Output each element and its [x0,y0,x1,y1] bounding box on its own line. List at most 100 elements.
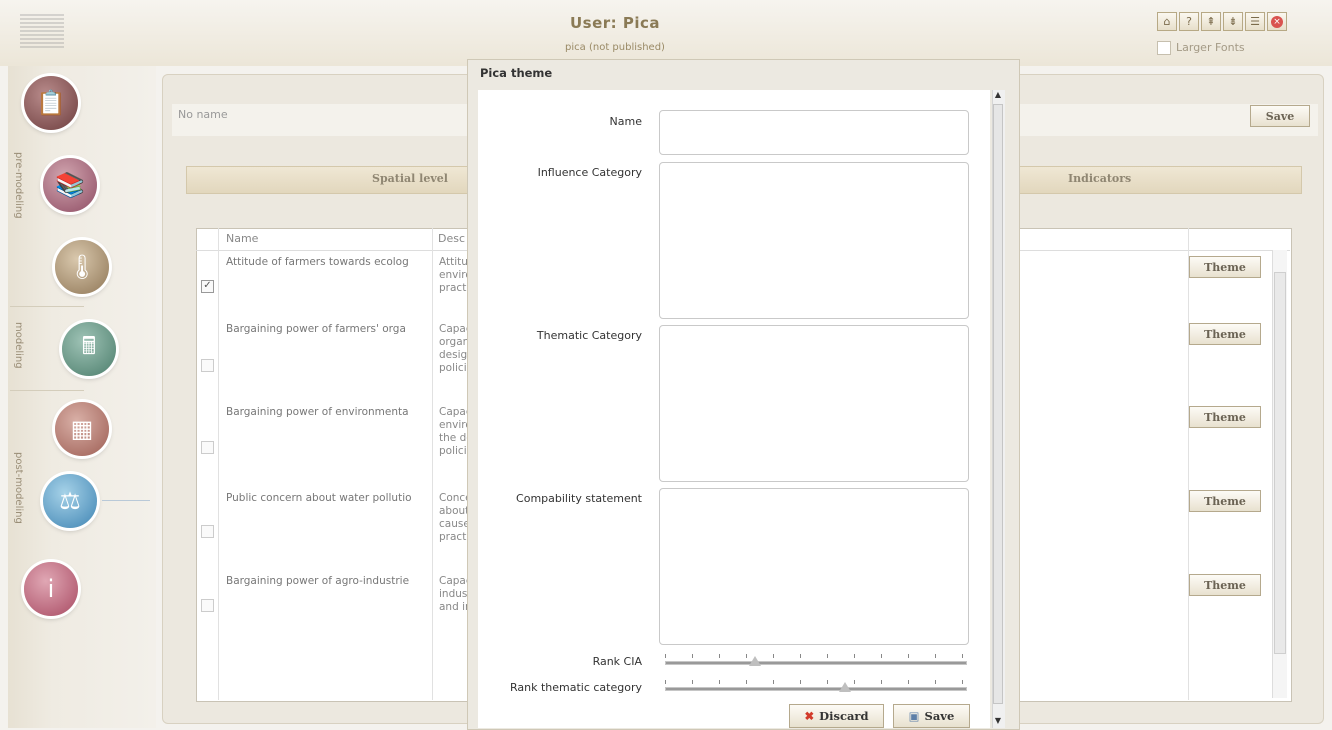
row-description: Attitudenviropractic [439,256,467,294]
compatibility-statement-label: Compability statement [516,492,642,505]
books-icon[interactable]: 📚 [43,158,97,212]
compatibility-statement-field[interactable] [659,488,969,645]
rank-thematic-slider-thumb[interactable] [839,682,851,692]
info-icon[interactable]: i [24,562,78,616]
column-header-name[interactable]: Name [226,228,258,250]
users-icon[interactable]: ☰ [1245,12,1265,31]
app-header [0,0,1332,66]
download-icon[interactable]: ⇟ [1223,12,1243,31]
slider-tick [746,654,747,658]
row-name: Attitude of farmers towards ecolog [226,256,409,268]
slider-tick [827,654,828,658]
column-header-description[interactable]: Descri [438,228,466,250]
rank-thematic-slider[interactable] [665,687,967,691]
floppy-icon: ▣ [908,709,920,723]
discard-icon: ✖ [804,709,815,723]
active-indicator-line [102,500,150,501]
slider-tick [719,680,720,684]
slider-tick [935,680,936,684]
slider-tick [881,654,882,658]
thematic-category-field[interactable] [659,325,969,482]
discard-button[interactable]: ✖ Discard [789,704,884,728]
row-name: Bargaining power of environmenta [226,406,409,418]
slider-tick [692,654,693,658]
slider-tick [719,654,720,658]
slider-tick [908,680,909,684]
row-description: Capacindustand im [439,575,467,613]
theme-button[interactable]: Theme [1189,256,1261,278]
section-divider [10,306,84,307]
slider-tick [908,654,909,658]
slider-tick [665,680,666,684]
rank-thematic-label: Rank thematic category [509,681,642,694]
row-description: Capacenvirothe depolicie [439,406,467,457]
slider-tick [881,680,882,684]
larger-fonts-label: Larger Fonts [1176,41,1245,54]
slider-tick [692,680,693,684]
slider-tick [854,654,855,658]
page-subtitle: pica (not published) [565,42,665,53]
influence-category-label: Influence Category [537,166,642,179]
row-checkbox[interactable] [201,599,214,612]
scroll-down-icon[interactable]: ▼ [993,716,1003,728]
rank-cia-slider-thumb[interactable] [749,656,761,666]
page-title: User: Pica [569,14,661,32]
slider-tick [935,654,936,658]
help-icon[interactable]: ? [1179,12,1199,31]
close-icon[interactable]: × [1267,12,1287,31]
thermometer-icon[interactable]: 🌡 [55,240,109,294]
home-icon[interactable]: ⌂ [1157,12,1177,31]
row-description: Capacorganidesignpolicie [439,323,467,374]
column-divider [218,228,219,700]
larger-fonts-checkbox[interactable] [1157,41,1171,55]
calculator-icon[interactable]: 🖩 [62,322,116,376]
slider-tick [962,654,963,658]
section-label-pre-modeling: pre-modeling [13,152,24,219]
thematic-category-label: Thematic Category [536,329,642,342]
slider-tick [746,680,747,684]
influence-category-field[interactable] [659,162,969,319]
slider-tick [854,680,855,684]
upload-icon[interactable]: ⇞ [1201,12,1221,31]
row-description: Conceaboutcauselpractic [439,492,467,543]
section-label-modeling: modeling [13,322,24,369]
slider-tick [773,680,774,684]
row-checkbox[interactable] [201,525,214,538]
scenario-name[interactable]: No name [178,108,228,121]
slider-tick [800,654,801,658]
slider-tick [827,680,828,684]
slider-tick [773,654,774,658]
section-label-post-modeling: post-modeling [13,452,24,524]
row-checkbox[interactable] [201,359,214,372]
row-checkbox[interactable] [201,441,214,454]
slider-tick [800,680,801,684]
column-divider [432,228,433,700]
slider-tick [962,680,963,684]
tab-indicators[interactable]: Indicators [1068,172,1131,185]
table-scrollbar-thumb[interactable] [1274,272,1286,654]
theme-button[interactable]: Theme [1189,574,1261,596]
save-button[interactable]: Save [1250,105,1310,127]
tab-spatial-level[interactable]: Spatial level [372,172,448,185]
theme-button[interactable]: Theme [1189,323,1261,345]
section-divider [10,390,84,391]
clipboard-icon[interactable]: 📋 [24,76,78,130]
row-name: Bargaining power of agro-industrie [226,575,410,587]
rank-cia-label: Rank CIA [592,655,642,668]
dialog-title: Pica theme [480,66,553,80]
slider-tick [665,654,666,658]
dialog-save-button[interactable]: ▣ Save [893,704,970,728]
row-name: Public concern about water pollutio [226,492,412,504]
column-divider [1188,228,1189,700]
chart-icon[interactable]: ▦ [55,402,109,456]
theme-button[interactable]: Theme [1189,490,1261,512]
name-field[interactable] [659,110,969,155]
rank-cia-slider[interactable] [665,661,967,665]
scroll-up-icon[interactable]: ▲ [993,90,1003,102]
scales-icon[interactable]: ⚖ [43,474,97,528]
row-checkbox[interactable]: ✓ [201,280,214,293]
name-label: Name [609,115,642,128]
row-name: Bargaining power of farmers' orga [226,323,406,335]
dialog-scrollbar-thumb[interactable] [993,104,1003,704]
theme-button[interactable]: Theme [1189,406,1261,428]
